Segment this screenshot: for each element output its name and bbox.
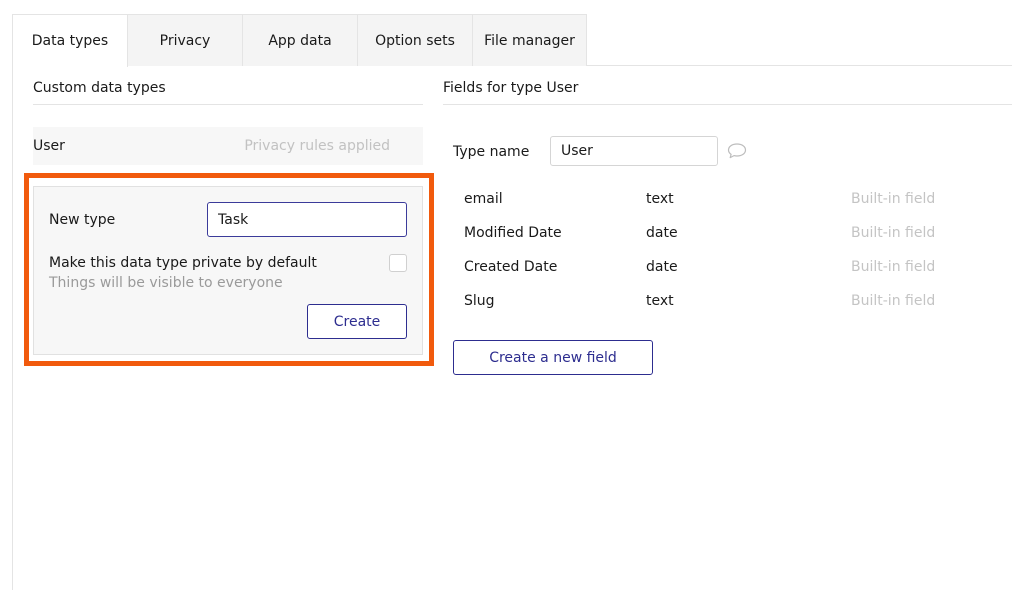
tab-bar-baseline	[586, 65, 1012, 66]
field-builtin-label: Built-in field	[851, 293, 936, 309]
private-by-default-hint: Things will be visible to everyone	[49, 275, 283, 291]
tab-file-manager[interactable]: File manager	[473, 15, 586, 66]
private-by-default-checkbox[interactable]	[389, 254, 407, 272]
new-type-input[interactable]	[207, 202, 407, 237]
field-builtin-label: Built-in field	[851, 191, 936, 207]
data-type-name: User	[33, 138, 65, 154]
field-type: date	[646, 259, 678, 275]
left-divider	[33, 104, 423, 105]
content-border	[12, 66, 13, 590]
tab-option-sets[interactable]: Option sets	[358, 15, 473, 66]
field-type: text	[646, 191, 674, 207]
tab-app-data[interactable]: App data	[243, 15, 358, 66]
type-name-input[interactable]	[550, 136, 718, 166]
field-name: email	[464, 191, 503, 207]
create-new-field-button[interactable]: Create a new field	[453, 340, 653, 375]
right-divider	[443, 104, 1012, 105]
field-row[interactable]: email text Built-in field	[453, 183, 1012, 217]
create-type-button[interactable]: Create	[307, 304, 407, 339]
field-builtin-label: Built-in field	[851, 225, 936, 241]
new-type-label: New type	[49, 212, 116, 228]
field-name: Modified Date	[464, 225, 562, 241]
data-type-row-user[interactable]: User Privacy rules applied	[33, 127, 423, 165]
comment-bubble-icon[interactable]	[727, 142, 747, 160]
field-row[interactable]: Modified Date date Built-in field	[453, 217, 1012, 251]
tab-privacy[interactable]: Privacy	[128, 15, 243, 66]
field-row[interactable]: Slug text Built-in field	[453, 285, 1012, 319]
field-name: Created Date	[464, 259, 558, 275]
tab-data-types[interactable]: Data types	[13, 15, 128, 67]
tab-bar: Data types Privacy App data Option sets …	[12, 14, 587, 67]
field-builtin-label: Built-in field	[851, 259, 936, 275]
private-by-default-label: Make this data type private by default	[49, 255, 317, 271]
field-type: date	[646, 225, 678, 241]
data-type-privacy-status: Privacy rules applied	[244, 138, 390, 154]
field-row[interactable]: Created Date date Built-in field	[453, 251, 1012, 285]
field-name: Slug	[464, 293, 495, 309]
custom-data-types-title: Custom data types	[33, 80, 166, 96]
field-type: text	[646, 293, 674, 309]
data-editor: Data types Privacy App data Option sets …	[0, 0, 1012, 590]
fields-title: Fields for type User	[443, 80, 579, 96]
type-name-label: Type name	[453, 144, 530, 160]
